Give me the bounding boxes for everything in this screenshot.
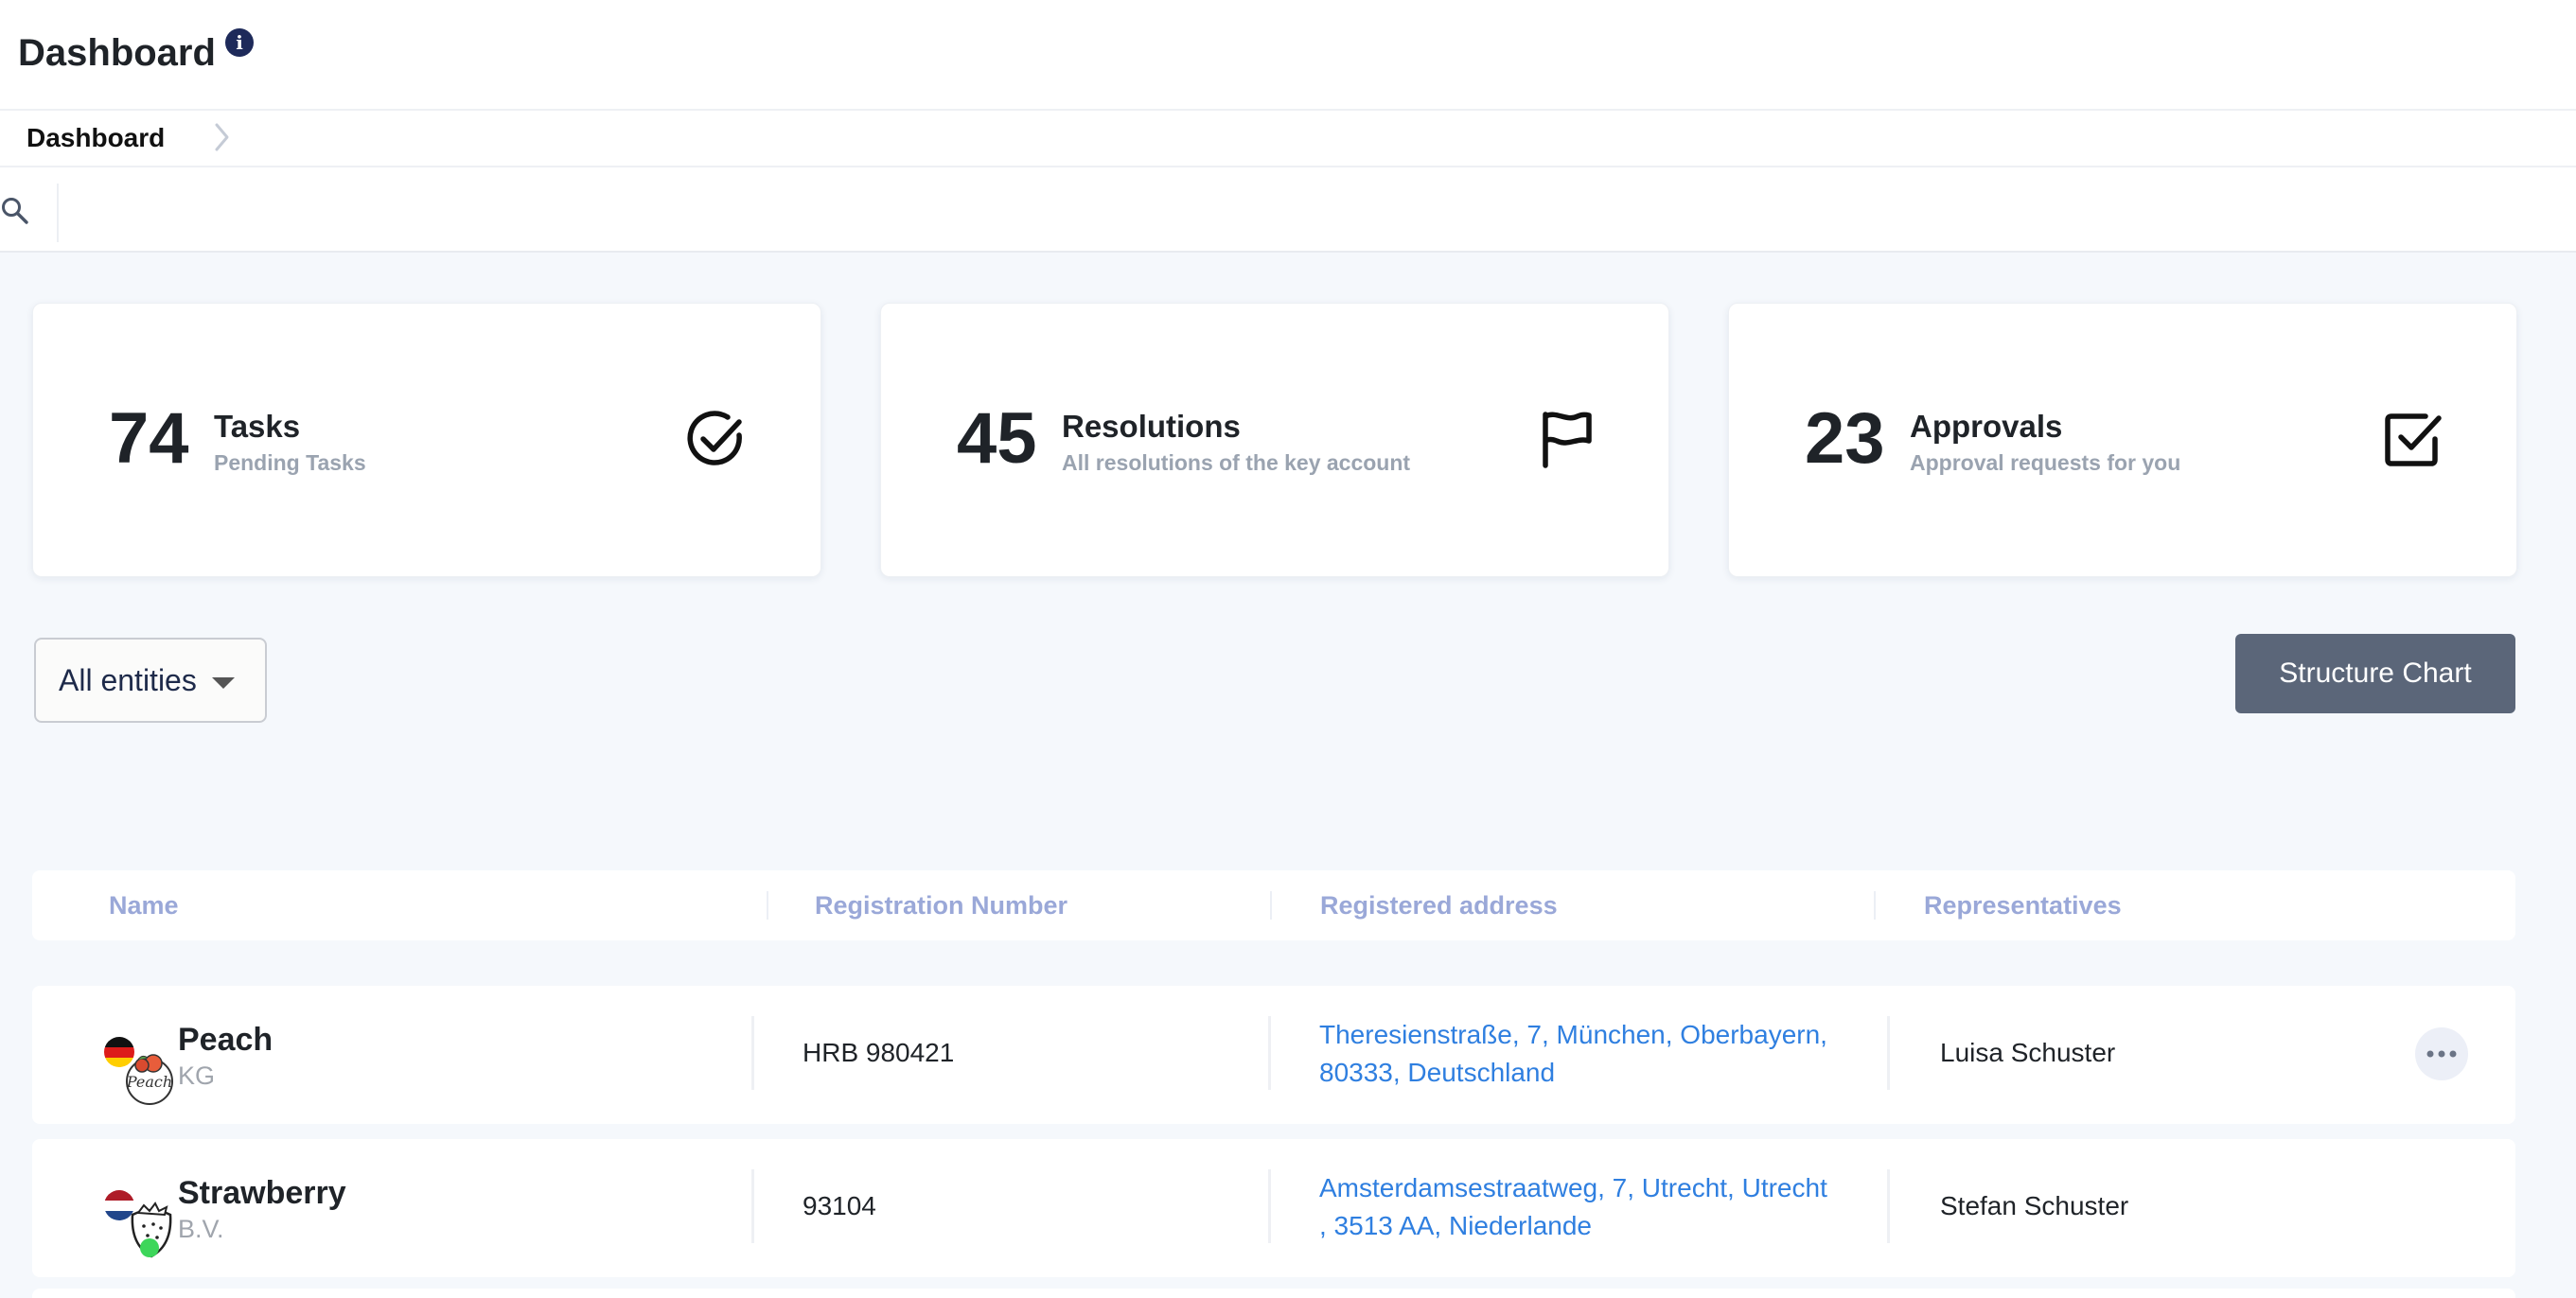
page-header: Dashboard i	[0, 0, 2576, 111]
search-icon[interactable]	[0, 196, 30, 226]
status-dot-icon	[140, 1238, 159, 1257]
flag-icon	[1543, 412, 1592, 468]
checkbox-icon	[2385, 413, 2442, 466]
structure-chart-button[interactable]: Structure Chart	[2235, 634, 2515, 713]
entity-type: B.V.	[178, 1215, 224, 1243]
registered-address-link[interactable]: Amsterdamsestraatweg, 7, Utrecht, Utrech…	[1319, 1169, 1849, 1245]
caret-down-icon	[212, 677, 235, 689]
cell-divider	[1268, 1169, 1271, 1243]
address-line-2: 80333, Deutschland	[1319, 1058, 1556, 1087]
table-header: Name Registration Number Registered addr…	[32, 870, 2515, 940]
column-header-registration[interactable]: Registration Number	[815, 891, 1067, 921]
column-divider	[1270, 891, 1272, 920]
column-header-address[interactable]: Registered address	[1320, 891, 1558, 921]
registered-address-link[interactable]: Theresienstraße, 7, München, Oberbayern,…	[1319, 1016, 1849, 1092]
address-line-1: Amsterdamsestraatweg, 7, Utrecht, Utrech…	[1319, 1173, 1827, 1202]
entity-filter-value: All entities	[59, 662, 197, 697]
address-line-1: Theresienstraße, 7, München, Oberbayern,	[1319, 1020, 1827, 1049]
column-header-name[interactable]: Name	[109, 891, 179, 921]
stat-sublabel: All resolutions of the key account	[1062, 450, 1411, 475]
netherlands-flag-icon	[104, 1190, 134, 1220]
page-title: Dashboard	[18, 32, 216, 74]
stat-card-resolutions[interactable]: 45 Resolutions All resolutions of the ke…	[880, 303, 1669, 577]
more-horizontal-icon	[2426, 1050, 2457, 1058]
table-row-partial	[32, 1289, 2515, 1298]
stat-card-approvals[interactable]: 23 Approvals Approval requests for you	[1728, 303, 2517, 577]
cell-divider	[751, 1016, 754, 1090]
breadcrumb-item-dashboard[interactable]: Dashboard	[26, 123, 165, 153]
cell-divider	[751, 1169, 754, 1243]
search-input[interactable]	[68, 180, 2548, 242]
registration-number: HRB 980421	[803, 1038, 955, 1067]
peach-logo-text: Peach	[126, 1073, 172, 1091]
address-line-2: , 3513 AA, Niederlande	[1319, 1211, 1592, 1240]
representative: Luisa Schuster	[1940, 1038, 2116, 1067]
stat-label: Approvals	[1910, 409, 2063, 444]
peach-logo: Peach	[104, 1037, 173, 1105]
strawberry-logo	[104, 1190, 172, 1258]
entity-name[interactable]: Peach	[178, 1022, 273, 1059]
cell-divider	[1887, 1016, 1890, 1090]
stat-number: 74	[109, 398, 189, 479]
cell-divider	[1268, 1016, 1271, 1090]
stat-card-tasks[interactable]: 74 Tasks Pending Tasks	[32, 303, 821, 577]
stat-number: 45	[957, 398, 1037, 479]
stat-number: 23	[1805, 398, 1885, 479]
column-header-representatives[interactable]: Representatives	[1924, 891, 2122, 921]
representative: Stefan Schuster	[1940, 1191, 2129, 1220]
registration-number: 93104	[803, 1191, 876, 1220]
search-divider	[57, 184, 59, 242]
column-divider	[767, 891, 768, 920]
row-more-button[interactable]	[2415, 1027, 2468, 1080]
chevron-right-icon	[215, 123, 229, 151]
breadcrumb: Dashboard	[0, 111, 2576, 167]
stat-label: Tasks	[214, 409, 301, 444]
entity-filter-select[interactable]: All entities	[34, 638, 267, 723]
table-row[interactable]: Peach Peach KG HRB 980421 Theresienstraß…	[32, 986, 2515, 1124]
check-circle-icon	[687, 411, 742, 465]
cell-divider	[1887, 1169, 1890, 1243]
info-icon[interactable]: i	[225, 28, 254, 57]
table-row[interactable]: Strawberry B.V. 93104 Amsterdamsestraatw…	[32, 1139, 2515, 1277]
stat-sublabel: Pending Tasks	[214, 450, 366, 475]
stat-sublabel: Approval requests for you	[1910, 450, 2181, 475]
entity-name[interactable]: Strawberry	[178, 1175, 346, 1212]
entity-type: KG	[178, 1061, 216, 1090]
stat-label: Resolutions	[1062, 409, 1241, 444]
germany-flag-icon	[104, 1037, 134, 1067]
column-divider	[1874, 891, 1876, 920]
